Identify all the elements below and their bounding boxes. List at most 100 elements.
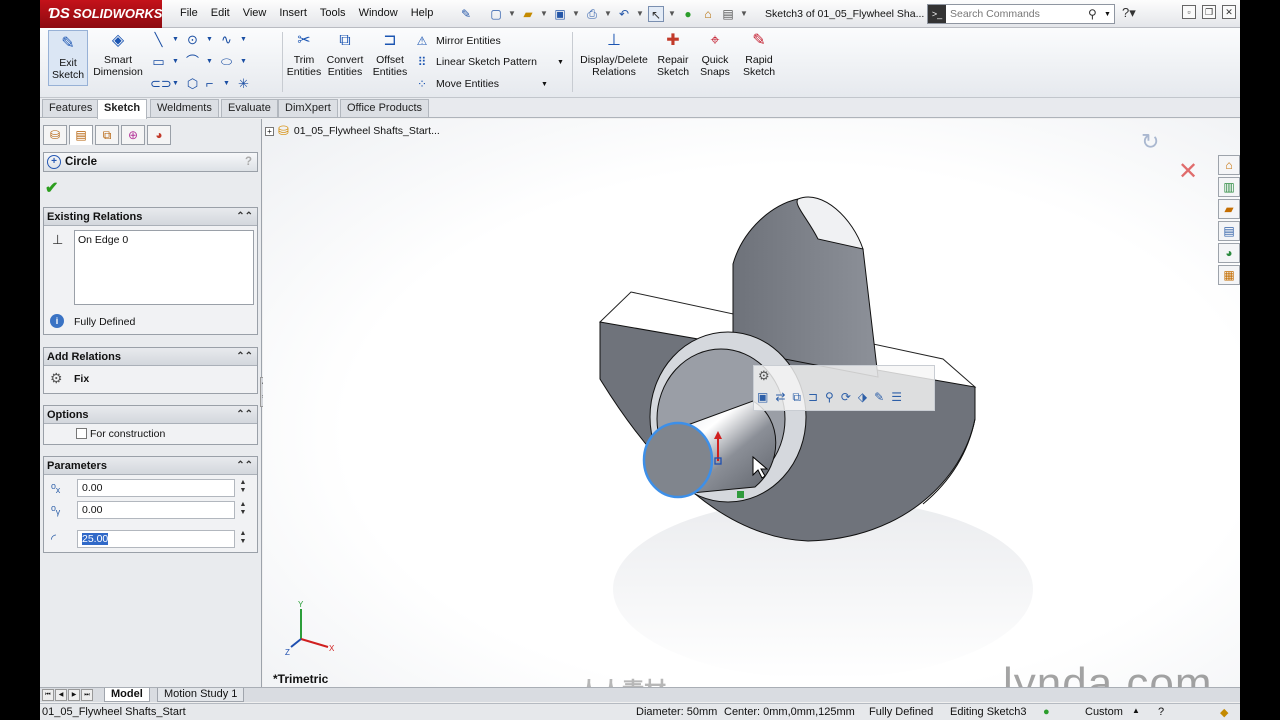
center-y-field[interactable]: 0.00 (77, 501, 235, 519)
open-folder-icon[interactable]: ▰ (520, 6, 536, 22)
configuration-manager-icon[interactable]: ⧉ (95, 125, 119, 145)
chevron-down-icon[interactable]: ▼ (636, 6, 644, 22)
file-properties-icon[interactable]: ⌂ (700, 6, 716, 22)
undo-icon[interactable]: ↶ (616, 6, 632, 22)
zoom-icon[interactable]: ⚲ (825, 390, 834, 405)
print-icon[interactable]: ⎙ (584, 6, 600, 22)
offset-icon[interactable]: ⊐ (808, 390, 818, 405)
new-document-icon[interactable]: ▢ (488, 6, 504, 22)
tab-sketch[interactable]: Sketch (97, 99, 148, 119)
menu-help[interactable]: Help (411, 7, 434, 19)
pattern-icon[interactable]: ⇄ (775, 390, 785, 405)
collapse-icon[interactable]: ⌃⌃ (236, 406, 253, 424)
first-tab-icon[interactable]: ⏮ (42, 689, 54, 701)
chevron-down-icon[interactable]: ▼ (668, 6, 676, 22)
tag-icon[interactable]: ◆ (1220, 706, 1228, 719)
options-icon[interactable]: ▤ (720, 6, 736, 22)
feature-manager-icon[interactable]: ⛁ (43, 125, 67, 145)
chevron-down-icon[interactable]: ▼ (235, 54, 252, 70)
chevron-down-icon[interactable]: ▼ (235, 32, 252, 48)
next-tab-icon[interactable]: ▶ (68, 689, 80, 701)
chevron-down-icon[interactable]: ▼ (572, 6, 580, 22)
view-palette-icon[interactable]: ▤ (1218, 221, 1240, 241)
normal-to-icon[interactable]: ⬗ (858, 390, 867, 405)
chevron-down-icon[interactable]: ▼ (167, 76, 184, 92)
fix-relation-button[interactable]: Fix (74, 373, 89, 385)
slot-icon[interactable]: ⊂⊃ (150, 76, 172, 92)
collapse-icon[interactable]: ⌃⌃ (236, 348, 253, 366)
menu-tools[interactable]: Tools (320, 7, 346, 19)
solidworks-logo[interactable]: ƊS SOLIDWORKS (40, 0, 162, 28)
convert-entities-button[interactable]: ⧉ Convert Entities (324, 30, 366, 79)
chevron-down-icon[interactable]: ▼ (167, 54, 184, 70)
status-units[interactable]: Custom (1085, 706, 1123, 718)
rapid-sketch-button[interactable]: ✎ Rapid Sketch (740, 30, 778, 79)
radius-field[interactable]: 25.00 (77, 530, 235, 548)
circle-icon[interactable]: ⊙ (184, 32, 201, 48)
chevron-down-icon[interactable]: ▼ (541, 81, 548, 88)
custom-properties-icon[interactable]: ▦ (1218, 265, 1240, 285)
trim-entities-button[interactable]: ✂ Trim Entities (286, 30, 322, 79)
rotate-icon[interactable]: ⟳ (841, 390, 851, 405)
file-explorer-icon[interactable]: ▰ (1218, 199, 1240, 219)
display-delete-relations-button[interactable]: ⊥ Display/Delete Relations (578, 30, 650, 79)
collapse-icon[interactable]: ⌃⌃ (236, 457, 253, 475)
parameters-header[interactable]: Parameters ⌃⌃ (44, 457, 257, 475)
smart-dimension-button[interactable]: ◈ Smart Dimension (92, 30, 144, 79)
line-icon[interactable]: ╲ (150, 32, 167, 48)
chevron-down-icon[interactable]: ▼ (604, 6, 612, 22)
repair-sketch-button[interactable]: ✚ Repair Sketch (654, 30, 692, 79)
confirmation-corner-cancel-icon[interactable]: ✕ (1178, 157, 1198, 186)
chevron-down-icon[interactable]: ▼ (508, 6, 516, 22)
tab-office-products[interactable]: Office Products (340, 99, 429, 117)
collapse-icon[interactable]: ⌃⌃ (236, 208, 253, 226)
smart-dimension-icon[interactable]: ⚙ (758, 368, 770, 384)
mirror-entities-button[interactable]: ⚠ Mirror Entities (414, 34, 501, 48)
help-icon[interactable]: ? (1158, 706, 1164, 718)
context-toolbar[interactable]: ⚙ ▣ ⇄ ⧉ ⊐ ⚲ ⟳ ⬗ ✎ ☰ (753, 365, 935, 411)
dimxpert-manager-icon[interactable]: ⊕ (121, 125, 145, 145)
tab-dimxpert[interactable]: DimXpert (278, 99, 338, 117)
point-icon[interactable]: ✳ (235, 76, 252, 92)
existing-relations-list[interactable]: On Edge 0 (74, 230, 254, 305)
rebuild-icon[interactable]: ● (680, 6, 696, 22)
rectangle-icon[interactable]: ▭ (150, 54, 167, 70)
fillet-icon[interactable]: ⌐ (201, 76, 218, 92)
add-relations-header[interactable]: Add Relations ⌃⌃ (44, 348, 257, 366)
sketch-circle[interactable] (642, 421, 714, 499)
chevron-down-icon[interactable]: ▼ (1104, 11, 1114, 18)
menu-edit[interactable]: Edit (211, 7, 230, 19)
appearances-icon[interactable]: ◕ (1218, 243, 1240, 263)
menu-insert[interactable]: Insert (279, 7, 307, 19)
linear-sketch-pattern-button[interactable]: ⠿ Linear Sketch Pattern ▼ (414, 55, 564, 69)
center-x-spinner[interactable]: ▲ ▼ (237, 479, 249, 497)
design-library-icon[interactable]: ▥ (1218, 177, 1240, 197)
search-icon[interactable]: ⚲ (1088, 7, 1104, 21)
minimize-icon[interactable]: ▫ (1182, 5, 1196, 19)
menu-window[interactable]: Window (359, 7, 398, 19)
menu-view[interactable]: View (243, 7, 267, 19)
ellipse-icon[interactable]: ⬭ (218, 54, 235, 70)
pin-icon[interactable]: ✎ (458, 6, 474, 22)
chevron-down-icon[interactable]: ▼ (201, 32, 218, 48)
chevron-down-icon[interactable]: ▼ (557, 59, 564, 66)
existing-relations-header[interactable]: Existing Relations ⌃⌃ (44, 208, 257, 226)
spline-icon[interactable]: ∿ (218, 32, 235, 48)
home-icon[interactable]: ⌂ (1218, 155, 1240, 175)
center-x-field[interactable]: 0.00 (77, 479, 235, 497)
convert-icon[interactable]: ⧉ (792, 390, 801, 405)
restore-icon[interactable]: ❐ (1202, 5, 1216, 19)
tab-motion-study[interactable]: Motion Study 1 (157, 688, 245, 702)
for-construction-checkbox[interactable] (76, 428, 87, 439)
move-entities-button[interactable]: ⁘ Move Entities ▼ (414, 77, 548, 91)
confirmation-corner-ok-icon[interactable]: ↻ (1141, 129, 1159, 155)
properties-icon[interactable]: ☰ (891, 390, 902, 405)
center-y-spinner[interactable]: ▲ ▼ (237, 501, 249, 519)
tab-model[interactable]: Model (104, 688, 150, 702)
list-item[interactable]: On Edge 0 (78, 234, 250, 246)
display-manager-icon[interactable]: ◕ (147, 125, 171, 145)
graphics-area[interactable]: + ⛁ 01_05_Flywheel Shafts_Start... ⚙ ▣ ⇄… (263, 119, 1240, 687)
tab-evaluate[interactable]: Evaluate (221, 99, 278, 117)
search-input[interactable]: Search Commands (950, 8, 1088, 20)
options-header[interactable]: Options ⌃⌃ (44, 406, 257, 424)
